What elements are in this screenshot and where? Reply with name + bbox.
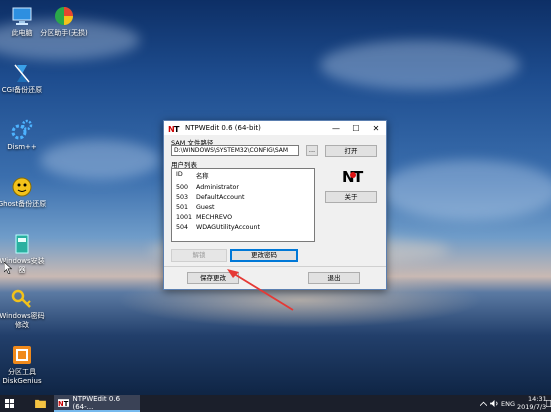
annotation-arrow-icon bbox=[227, 269, 294, 311]
notification-icon bbox=[545, 400, 551, 407]
input-language[interactable]: ENG bbox=[501, 400, 515, 408]
dism-icon bbox=[11, 119, 33, 141]
user-id: 500 bbox=[176, 184, 189, 191]
svg-text:T: T bbox=[174, 125, 180, 133]
user-name: MECHREVO bbox=[196, 214, 233, 221]
ntpwedit-logo: N T bbox=[342, 167, 364, 186]
divider bbox=[164, 266, 386, 267]
start-button[interactable] bbox=[0, 395, 18, 412]
user-id: 504 bbox=[176, 224, 189, 231]
user-name: WDAGUtilityAccount bbox=[196, 224, 260, 231]
user-list[interactable]: ID 名称 500 Administrator 503 DefaultAccou… bbox=[171, 168, 315, 242]
taskbar-app-label: NTPWEdit 0.6 (64-... bbox=[72, 394, 121, 411]
notification-button[interactable] bbox=[545, 395, 551, 412]
key-icon bbox=[11, 288, 33, 310]
taskbar-app-ntpwedit[interactable]: N T NTPWEdit 0.6 (64-... bbox=[54, 395, 140, 412]
diskgenius-icon bbox=[11, 344, 33, 366]
ntpwedit-dialog: N T NTPWEdit 0.6 (64-bit) — ☐ ✕ SAM 文件路径… bbox=[163, 120, 387, 290]
desktop-icon-label: Windows密码修改 bbox=[0, 312, 45, 329]
minimize-button[interactable]: — bbox=[326, 121, 346, 135]
folder-icon bbox=[34, 399, 46, 408]
partition-assistant-icon bbox=[53, 5, 75, 27]
column-header-name: 名称 bbox=[196, 173, 209, 180]
this-pc-icon bbox=[11, 5, 33, 27]
svg-text:T: T bbox=[64, 399, 69, 406]
taskbar: N T NTPWEdit 0.6 (64-... ENG 14:31 2019/… bbox=[0, 395, 551, 412]
maximize-button[interactable]: ☐ bbox=[346, 121, 366, 135]
speaker-icon bbox=[489, 400, 498, 407]
user-id: 501 bbox=[176, 204, 189, 211]
desktop-icon-label: 分区工具DiskGenius bbox=[2, 368, 42, 385]
desktop-icon-partition-assistant[interactable]: 分区助手(无损) bbox=[38, 5, 90, 38]
clock-date[interactable]: 2019/7/3 bbox=[517, 403, 546, 411]
ghost-backup-icon bbox=[11, 176, 33, 198]
mouse-cursor-icon bbox=[4, 262, 12, 274]
windows-logo-icon bbox=[4, 399, 14, 408]
ntpwedit-app-icon: N T bbox=[168, 123, 182, 133]
user-name: DefaultAccount bbox=[196, 194, 245, 201]
desktop-icon-label: 分区助手(无损) bbox=[40, 29, 88, 37]
svg-text:N: N bbox=[58, 399, 64, 406]
exit-button[interactable]: 退出 bbox=[308, 272, 360, 284]
desktop-icon-cgi-backup[interactable]: CGI备份还原 bbox=[0, 62, 48, 95]
desktop-icon-label: CGI备份还原 bbox=[1, 86, 43, 94]
windows-installer-icon bbox=[11, 233, 33, 255]
user-name: Administrator bbox=[196, 184, 239, 191]
desktop-icon-windows-password[interactable]: Windows密码修改 bbox=[0, 288, 48, 330]
desktop-icon-dism[interactable]: Dism++ bbox=[0, 119, 48, 152]
clock-time[interactable]: 14:31 bbox=[528, 395, 547, 403]
user-id: 503 bbox=[176, 194, 189, 201]
open-button[interactable]: 打开 bbox=[325, 145, 377, 157]
change-password-button[interactable]: 更改密码 bbox=[230, 249, 298, 262]
sam-path-input[interactable]: D:\WINDOWS\SYSTEM32\CONFIG\SAM bbox=[171, 145, 299, 156]
column-header-id: ID bbox=[176, 171, 183, 178]
dialog-title: NTPWEdit 0.6 (64-bit) bbox=[185, 124, 261, 132]
file-explorer-button[interactable] bbox=[32, 395, 48, 412]
dialog-titlebar[interactable]: N T NTPWEdit 0.6 (64-bit) — ☐ ✕ bbox=[164, 121, 386, 135]
ntpwedit-app-icon: N T bbox=[58, 398, 70, 407]
logo-icon: N T bbox=[342, 168, 364, 186]
desktop-icon-ghost-backup[interactable]: Ghost备份还原 bbox=[0, 176, 48, 209]
user-name: Guest bbox=[196, 204, 215, 211]
desktop-icon-label: Dism++ bbox=[7, 143, 37, 151]
desktop-icon-label: Ghost备份还原 bbox=[0, 200, 47, 208]
cgi-backup-icon bbox=[11, 62, 33, 84]
close-button[interactable]: ✕ bbox=[366, 121, 386, 135]
chevron-up-icon bbox=[479, 401, 487, 406]
about-button[interactable]: 关于 bbox=[325, 191, 377, 203]
browse-button[interactable]: ... bbox=[306, 145, 318, 156]
desktop-icon-diskgenius[interactable]: 分区工具DiskGenius bbox=[0, 344, 48, 386]
show-hidden-icons-button[interactable] bbox=[478, 395, 488, 412]
unlock-button[interactable]: 解锁 bbox=[171, 249, 227, 262]
volume-button[interactable] bbox=[489, 395, 499, 412]
user-id: 1001 bbox=[176, 214, 193, 221]
